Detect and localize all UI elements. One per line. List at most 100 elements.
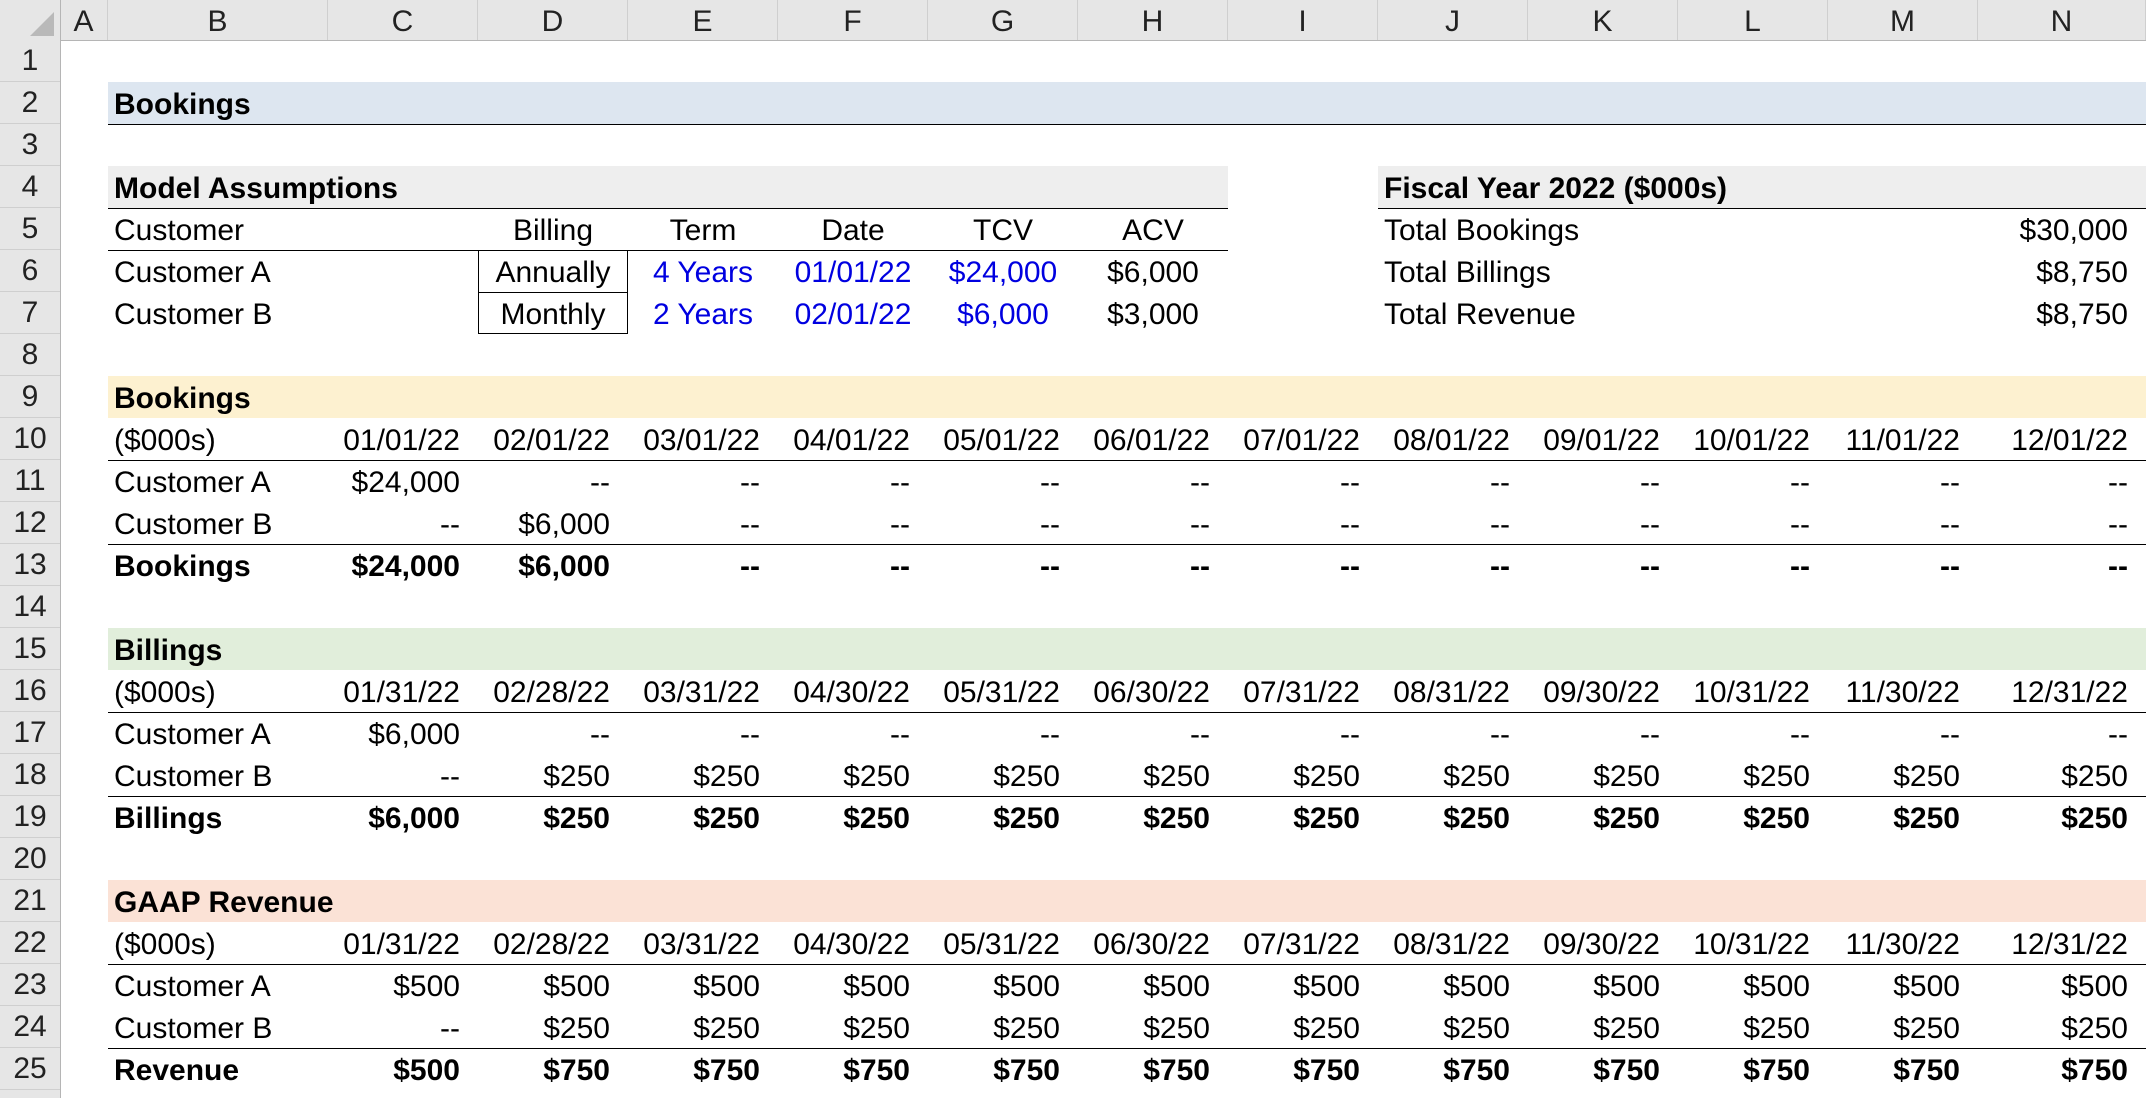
bookings-total-0[interactable]: $24,000 [328,544,478,586]
billings-cell-0-8[interactable]: -- [1528,712,1678,754]
bookings-row-label-1[interactable]: Customer B [108,502,328,544]
billings-cell-1-7[interactable]: $250 [1378,754,1528,796]
revenue-total-7[interactable]: $750 [1378,1048,1528,1090]
bookings-cell-1-0[interactable]: -- [328,502,478,544]
billings-cell-0-2[interactable]: -- [628,712,778,754]
billings-cell-1-6[interactable]: $250 [1228,754,1378,796]
assumption-cell-7-4[interactable]: $6,000 [928,292,1078,334]
fiscal-label-2[interactable]: Total Revenue [1378,292,1828,334]
column-header-d[interactable]: D [478,0,628,40]
billings-total-4[interactable]: $250 [928,796,1078,838]
billings-cell-0-5[interactable]: -- [1078,712,1228,754]
row-header-21[interactable]: 21 [0,880,60,922]
revenue-total-2[interactable]: $750 [628,1048,778,1090]
revenue-date-9[interactable]: 10/31/22 [1678,922,1828,964]
row-header-16[interactable]: 16 [0,670,60,712]
billings-total-10[interactable]: $250 [1828,796,1978,838]
assumption-cell-6-0[interactable]: Customer A [108,250,478,292]
revenue-date-5[interactable]: 06/30/22 [1078,922,1228,964]
title-cell[interactable]: Bookings [108,82,928,124]
bookings-cell-0-7[interactable]: -- [1378,460,1528,502]
billings-cell-1-3[interactable]: $250 [778,754,928,796]
revenue-date-3[interactable]: 04/30/22 [778,922,928,964]
bookings-total-11[interactable]: -- [1978,544,2146,586]
fiscal-label-1[interactable]: Total Billings [1378,250,1828,292]
fiscal-value-0[interactable]: $30,000 [1828,208,2146,250]
bookings-cell-0-9[interactable]: -- [1678,460,1828,502]
fiscal-value-1[interactable]: $8,750 [1828,250,2146,292]
revenue-total-5[interactable]: $750 [1078,1048,1228,1090]
column-header-i[interactable]: I [1228,0,1378,40]
revenue-date-4[interactable]: 05/31/22 [928,922,1078,964]
bookings-total-7[interactable]: -- [1378,544,1528,586]
billings-cell-1-8[interactable]: $250 [1528,754,1678,796]
revenue-row-label-0[interactable]: Customer A [108,964,328,1006]
billings-total-9[interactable]: $250 [1678,796,1828,838]
billings-date-1[interactable]: 02/28/22 [478,670,628,712]
row-header-7[interactable]: 7 [0,292,60,334]
bookings-cell-1-10[interactable]: -- [1828,502,1978,544]
revenue-total-9[interactable]: $750 [1678,1048,1828,1090]
billings-total-11[interactable]: $250 [1978,796,2146,838]
fiscal-title[interactable]: Fiscal Year 2022 ($000s) [1378,166,2146,208]
column-header-l[interactable]: L [1678,0,1828,40]
revenue-date-0[interactable]: 01/31/22 [328,922,478,964]
billings-cell-0-1[interactable]: -- [478,712,628,754]
billings-cell-0-6[interactable]: -- [1228,712,1378,754]
billings-date-10[interactable]: 11/30/22 [1828,670,1978,712]
row-header-12[interactable]: 12 [0,502,60,544]
revenue-date-8[interactable]: 09/30/22 [1528,922,1678,964]
bookings-cell-0-2[interactable]: -- [628,460,778,502]
bookings-cell-1-1[interactable]: $6,000 [478,502,628,544]
billings-total-3[interactable]: $250 [778,796,928,838]
bookings-cell-0-11[interactable]: -- [1978,460,2146,502]
row-header-25[interactable]: 25 [0,1048,60,1090]
billings-date-6[interactable]: 07/31/22 [1228,670,1378,712]
billings-cell-1-4[interactable]: $250 [928,754,1078,796]
column-header-g[interactable]: G [928,0,1078,40]
revenue-total-3[interactable]: $750 [778,1048,928,1090]
bookings-total-9[interactable]: -- [1678,544,1828,586]
bookings-cell-1-8[interactable]: -- [1528,502,1678,544]
row-header-18[interactable]: 18 [0,754,60,796]
revenue-date-1[interactable]: 02/28/22 [478,922,628,964]
bookings-cell-1-7[interactable]: -- [1378,502,1528,544]
billings-row-label-1[interactable]: Customer B [108,754,328,796]
billings-cell-0-0[interactable]: $6,000 [328,712,478,754]
assumptions-header-billing[interactable]: Billing [478,208,628,250]
assumption-cell-6-3[interactable]: 01/01/22 [778,250,928,292]
billings-total-6[interactable]: $250 [1228,796,1378,838]
billings-date-5[interactable]: 06/30/22 [1078,670,1228,712]
row-header-9[interactable]: 9 [0,376,60,418]
revenue-cell-1-9[interactable]: $250 [1678,1006,1828,1048]
billings-date-8[interactable]: 09/30/22 [1528,670,1678,712]
row-header-3[interactable]: 3 [0,124,60,166]
bookings-cell-0-6[interactable]: -- [1228,460,1378,502]
billings-cell-0-7[interactable]: -- [1378,712,1528,754]
billings-date-7[interactable]: 08/31/22 [1378,670,1528,712]
row-header-23[interactable]: 23 [0,964,60,1006]
revenue-cell-1-8[interactable]: $250 [1528,1006,1678,1048]
revenue-cell-0-6[interactable]: $500 [1228,964,1378,1006]
billings-date-11[interactable]: 12/31/22 [1978,670,2146,712]
billings-row-label-0[interactable]: Customer A [108,712,328,754]
bookings-cell-0-0[interactable]: $24,000 [328,460,478,502]
bookings-title[interactable]: Bookings [108,376,928,418]
bookings-date-8[interactable]: 09/01/22 [1528,418,1678,460]
assumption-cell-7-5[interactable]: $3,000 [1078,292,1228,334]
bookings-cell-0-8[interactable]: -- [1528,460,1678,502]
billings-cell-1-2[interactable]: $250 [628,754,778,796]
row-header-4[interactable]: 4 [0,166,60,208]
bookings-total-1[interactable]: $6,000 [478,544,628,586]
revenue-cell-0-4[interactable]: $500 [928,964,1078,1006]
revenue-cell-0-11[interactable]: $500 [1978,964,2146,1006]
billings-total-5[interactable]: $250 [1078,796,1228,838]
fiscal-label-0[interactable]: Total Bookings [1378,208,1828,250]
bookings-cell-1-4[interactable]: -- [928,502,1078,544]
column-header-m[interactable]: M [1828,0,1978,40]
row-header-2[interactable]: 2 [0,82,60,124]
assumption-cell-6-4[interactable]: $24,000 [928,250,1078,292]
assumptions-header-customer[interactable]: Customer [108,208,478,250]
bookings-date-2[interactable]: 03/01/22 [628,418,778,460]
bookings-total-label[interactable]: Bookings [108,544,328,586]
